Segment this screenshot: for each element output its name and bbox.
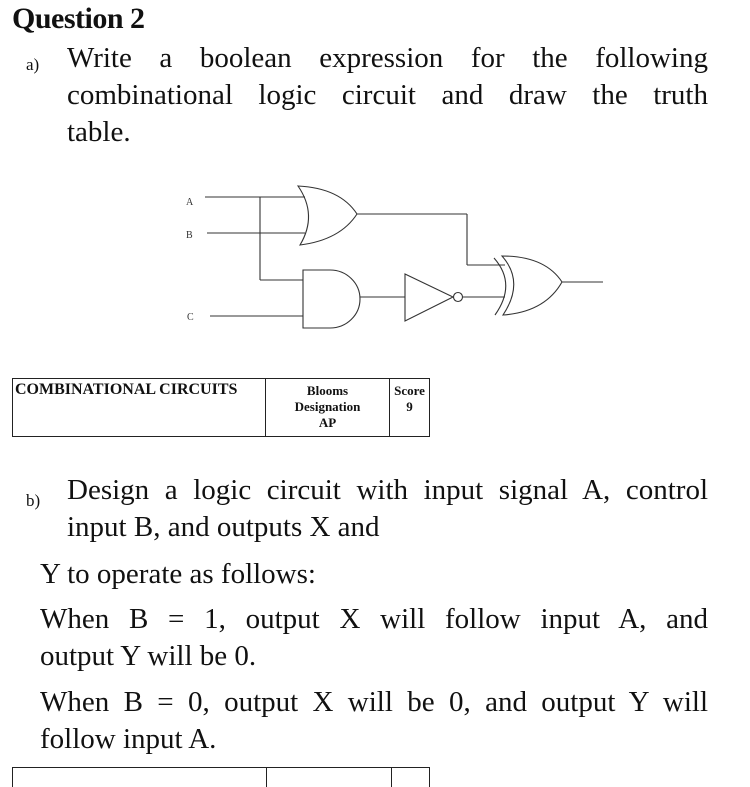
part-b-text-line: When B = 1, output X will follow input A… — [40, 603, 708, 635]
input-label-c: C — [187, 312, 194, 323]
xor-gate-icon — [500, 255, 563, 316]
score-label: Score — [394, 383, 425, 398]
part-b-text-line: follow input A. — [40, 723, 217, 755]
not-gate-icon — [404, 273, 455, 322]
logic-circuit-diagram: A B C — [186, 185, 603, 329]
question-title: Question 2 — [12, 2, 145, 35]
part-b-marker: b) — [26, 491, 41, 510]
part-b-text-line: Y to operate as follows: — [40, 558, 316, 590]
part-b-text-line: input B, and outputs X and — [67, 511, 380, 543]
input-label-b: B — [186, 230, 193, 241]
part-a-text-line: table. — [67, 116, 131, 148]
score-cell: Score 9 — [390, 379, 429, 436]
input-label-a: A — [186, 197, 194, 208]
part-b-text-line: output Y will be 0. — [40, 640, 257, 672]
info-table-partial — [12, 767, 430, 787]
blooms-label: Blooms — [306, 383, 349, 398]
score-value: 9 — [406, 399, 413, 414]
or-gate-icon — [296, 185, 358, 246]
wires — [205, 196, 603, 317]
xor-gate-input-arc — [493, 257, 507, 316]
not-bubble-icon — [452, 291, 464, 303]
part-a-marker: a) — [26, 55, 40, 74]
table-cell — [267, 768, 392, 787]
and-gate-icon — [302, 269, 361, 329]
part-a-text-line: Write a boolean expression for the follo… — [67, 42, 708, 74]
topic-cell: COMBINATIONAL CIRCUITS — [13, 379, 266, 436]
part-a-text-line: combinational logic circuit and draw the… — [67, 79, 708, 111]
blooms-cell: Blooms Designation AP — [266, 379, 390, 436]
blooms-value: AP — [318, 415, 337, 430]
table-cell — [13, 768, 267, 787]
info-table: COMBINATIONAL CIRCUITS Blooms Designatio… — [12, 378, 430, 437]
part-b-text-line: When B = 0, output X will be 0, and outp… — [40, 686, 708, 718]
part-b-text-line: Design a logic circuit with input signal… — [67, 474, 708, 506]
designation-label: Designation — [294, 399, 361, 414]
